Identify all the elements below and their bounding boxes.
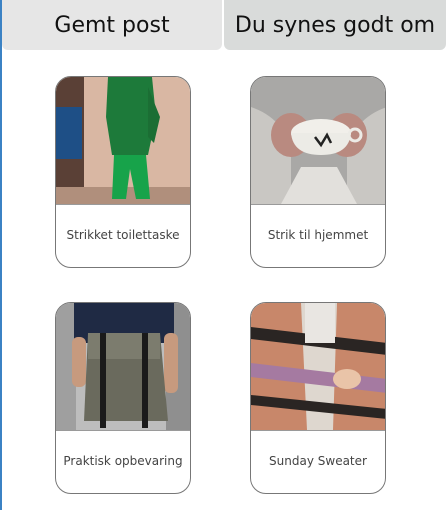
post-card[interactable]: Sunday Sweater: [250, 302, 386, 494]
post-card[interactable]: Strik til hjemmet: [250, 76, 386, 268]
post-card-caption: Strikket toilettaske: [66, 228, 180, 242]
post-card-caption: Sunday Sweater: [269, 454, 367, 468]
post-card-caption: Praktisk opbevaring: [63, 454, 183, 468]
post-card-caption: Strik til hjemmet: [267, 228, 369, 242]
tab-liked-posts[interactable]: Du synes godt om: [224, 0, 446, 50]
tab-saved-posts[interactable]: Gemt post: [2, 0, 222, 50]
woman-green-knit-outfit-photo: [56, 77, 190, 205]
post-card[interactable]: Strikket toilettaske: [55, 76, 191, 268]
tab-bar: Gemt post Du synes godt om: [0, 0, 446, 50]
striped-sweater-photo: [251, 303, 385, 431]
window-left-edge: [0, 0, 2, 510]
post-card[interactable]: Praktisk opbevaring: [55, 302, 191, 494]
hands-mittens-holding-mug-photo: [251, 77, 385, 205]
man-with-backpack-photo: [56, 303, 190, 431]
